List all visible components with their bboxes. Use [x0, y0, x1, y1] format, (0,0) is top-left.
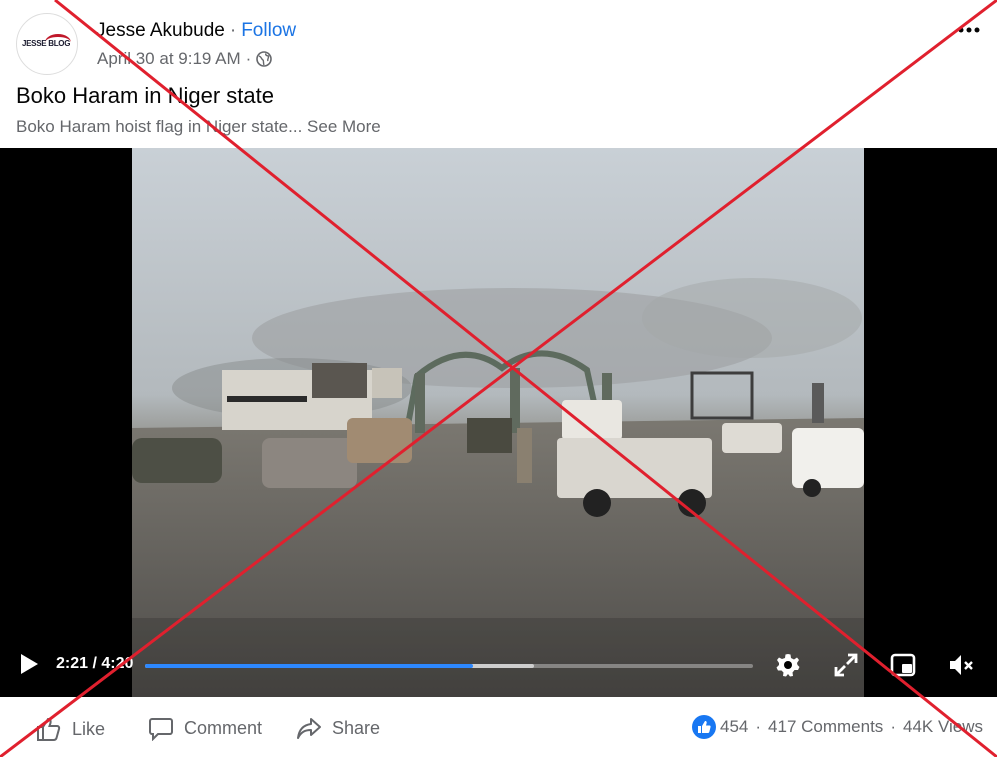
post-header: JESSE BLOG Jesse Akubude · Follow April 30…: [0, 0, 997, 148]
progress-bar[interactable]: [145, 664, 753, 668]
played-bar: [145, 664, 474, 668]
view-count: 44K Views: [902, 717, 983, 736]
globe-icon: [256, 51, 273, 67]
author-line: Jesse Akubude · Follow: [96, 20, 296, 42]
see-more-link[interactable]: See More: [307, 117, 381, 136]
miniplayer-icon[interactable]: [889, 651, 917, 679]
like-button[interactable]: Like: [34, 715, 105, 743]
more-options-icon[interactable]: [955, 18, 983, 42]
muted-volume-icon[interactable]: [947, 651, 975, 679]
video-player[interactable]: 2:21 / 4:20: [0, 148, 997, 697]
thumbs-up-icon: [37, 717, 61, 741]
share-label: Share: [332, 717, 381, 738]
post-footer: Like Comment Share 454 · 417 Comments · …: [0, 697, 997, 757]
author-name[interactable]: Jesse Akubude: [96, 20, 225, 41]
video-frame[interactable]: [132, 148, 864, 697]
stats-separator: ·: [890, 717, 896, 736]
author-separator: ·: [229, 20, 237, 41]
fullscreen-icon[interactable]: [832, 651, 860, 679]
like-reaction-icon: [691, 715, 716, 739]
comment-count[interactable]: 417 Comments: [768, 717, 883, 737]
meta-separator: ·: [245, 49, 252, 68]
play-icon[interactable]: [18, 652, 40, 676]
post-stats: 454 · 417 Comments · 44K Views: [691, 715, 983, 739]
comment-button[interactable]: Comment: [148, 715, 262, 741]
comment-label: Comment: [184, 717, 263, 738]
reaction-count[interactable]: 454: [720, 717, 748, 737]
post-title: Boko Haram in Niger state: [16, 83, 274, 108]
post-meta: April 30 at 9:19 AM ·: [97, 49, 273, 69]
timestamp[interactable]: April 30 at 9:19 AM: [97, 49, 241, 69]
follow-button[interactable]: Follow: [241, 20, 296, 41]
share-icon: [297, 718, 321, 739]
share-button[interactable]: Share: [296, 715, 380, 741]
settings-icon[interactable]: [774, 651, 802, 679]
avatar-logo-text: JESSE BLOG: [22, 39, 71, 48]
comment-icon: [149, 718, 173, 741]
like-label: Like: [72, 718, 106, 739]
avatar[interactable]: JESSE BLOG: [16, 13, 78, 75]
video-time: 2:21 / 4:20: [56, 655, 134, 672]
stats-separator: ·: [755, 717, 762, 736]
video-controls: 2:21 / 4:20: [0, 644, 997, 688]
post-description: Boko Haram hoist flag in Niger state... …: [16, 117, 381, 137]
description-text: Boko Haram hoist flag in Niger state...: [16, 117, 303, 136]
